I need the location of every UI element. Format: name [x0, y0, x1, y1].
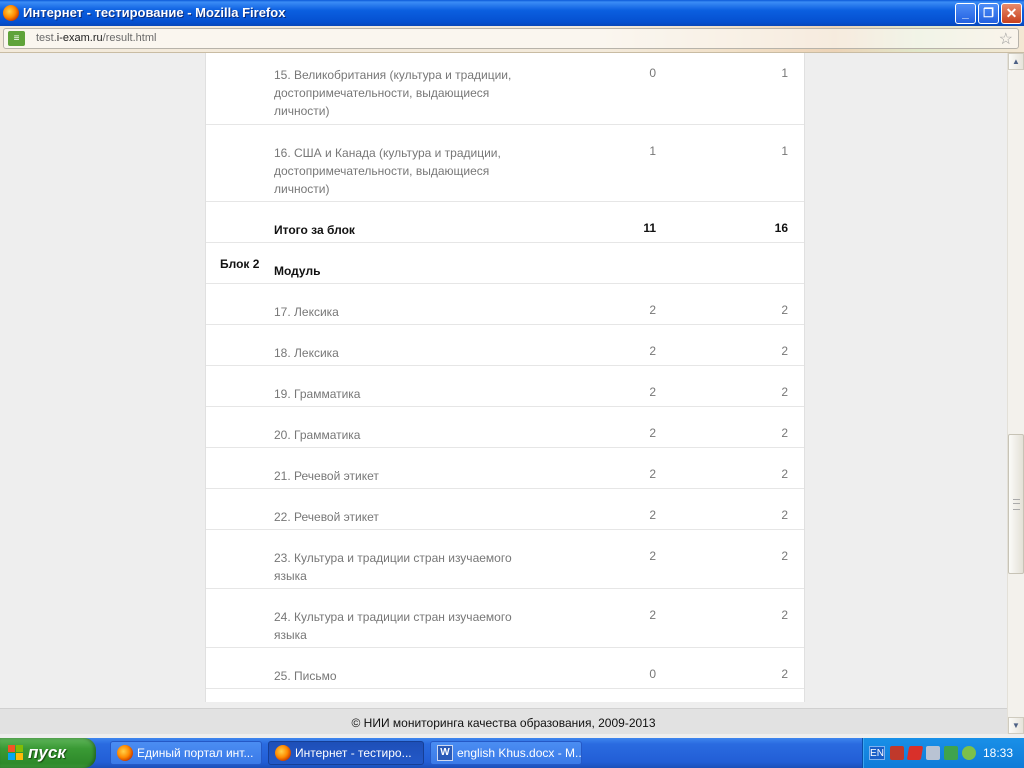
block-header-row: Блок 2 Модуль [206, 243, 804, 284]
table-row: 22. Речевой этикет 2 2 [206, 489, 804, 530]
task-button-portal[interactable]: Единый портал инт... [110, 741, 262, 765]
grip-icon [1013, 499, 1020, 510]
topic-cell: Итого за блок [274, 223, 355, 237]
table-row: 17. Лексика 2 2 [206, 284, 804, 325]
site-identity-icon[interactable]: ≡ [8, 31, 25, 46]
max-score-cell: 2 [781, 426, 788, 440]
table-row: 19. Грамматика 2 2 [206, 366, 804, 407]
network-icon[interactable] [926, 746, 940, 760]
page-footer: © НИИ мониторинга качества образования, … [0, 708, 1007, 734]
score-cell: 11 [643, 221, 656, 235]
table-row: 15. Великобритания (культура и традиции,… [206, 53, 804, 125]
max-score-cell: 2 [781, 385, 788, 399]
score-cell: 2 [649, 303, 656, 317]
scroll-up-button[interactable]: ▲ [1008, 53, 1024, 70]
clock: 18:33 [983, 746, 1014, 760]
max-score-cell: 16 [774, 221, 788, 235]
total-row: Итого за блок 11 16 [206, 202, 804, 243]
score-cell: 1 [649, 144, 656, 158]
restore-button[interactable]: ❐ [978, 3, 999, 24]
safely-remove-icon[interactable] [944, 746, 958, 760]
score-cell: 2 [649, 549, 656, 563]
block-cell: Блок 2 [220, 257, 260, 271]
taskbar: пуск Единый портал инт... Интернет - тес… [0, 738, 1024, 768]
topic-cell: 25. Письмо [274, 669, 337, 683]
scroll-thumb[interactable] [1008, 434, 1024, 574]
firefox-icon [275, 745, 291, 761]
score-cell: 2 [649, 608, 656, 622]
tray-app-icon[interactable] [890, 746, 904, 760]
task-label: Единый портал инт... [137, 746, 254, 760]
max-score-cell: 2 [781, 344, 788, 358]
bookmark-star-icon[interactable]: ☆ [999, 29, 1013, 49]
url-text[interactable]: test.i-exam.ru/result.html [36, 32, 156, 44]
tray-status-icon[interactable] [962, 746, 976, 760]
antivirus-icon[interactable] [906, 746, 924, 760]
window-title: Интернет - тестирование - Mozilla Firefo… [23, 5, 286, 20]
windows-flag-icon [8, 745, 24, 761]
close-button[interactable]: ✕ [1001, 3, 1022, 24]
topic-cell: 16. США и Канада (культура и традиции, д… [274, 146, 501, 196]
minimize-button[interactable]: _ [955, 3, 976, 24]
score-cell: 2 [649, 385, 656, 399]
window-title-bar[interactable]: Интернет - тестирование - Mozilla Firefo… [0, 0, 1024, 26]
table-row: 25. Письмо 0 2 [206, 648, 804, 689]
copyright-text: © НИИ мониторинга качества образования, … [351, 716, 656, 730]
topic-cell: Модуль [274, 264, 321, 278]
table-row: 18. Лексика 2 2 [206, 325, 804, 366]
results-table: 15. Великобритания (культура и традиции,… [205, 53, 805, 702]
table-row: 16. США и Канада (культура и традиции, д… [206, 125, 804, 202]
score-cell: 2 [649, 467, 656, 481]
topic-cell: 22. Речевой этикет [274, 510, 379, 524]
vertical-scrollbar[interactable]: ▲ ▼ [1007, 53, 1024, 734]
task-label: english Khus.docx - M... [457, 746, 582, 760]
topic-cell: 20. Грамматика [274, 428, 361, 442]
topic-cell: 21. Речевой этикет [274, 469, 379, 483]
system-tray: EN 18:33 [862, 738, 1024, 768]
topic-cell: 17. Лексика [274, 305, 339, 319]
table-row: 21. Речевой этикет 2 2 [206, 448, 804, 489]
max-score-cell: 2 [781, 508, 788, 522]
task-button-testing[interactable]: Интернет - тестиро... [268, 741, 424, 765]
task-button-word[interactable]: W english Khus.docx - M... [430, 741, 582, 765]
max-score-cell: 1 [781, 144, 788, 158]
firefox-icon [117, 745, 133, 761]
page-viewport: 15. Великобритания (культура и традиции,… [0, 53, 1007, 708]
max-score-cell: 1 [781, 66, 788, 80]
score-cell: 0 [649, 667, 656, 681]
max-score-cell: 2 [781, 549, 788, 563]
navigation-bar: ≡ test.i-exam.ru/result.html ☆ [0, 26, 1024, 53]
max-score-cell: 2 [781, 467, 788, 481]
score-cell: 2 [649, 344, 656, 358]
topic-cell: 23. Культура и традиции стран изучаемого… [274, 551, 512, 583]
score-cell: 2 [649, 426, 656, 440]
topic-cell: 18. Лексика [274, 346, 339, 360]
topic-cell: 24. Культура и традиции стран изучаемого… [274, 610, 512, 642]
table-row: 23. Культура и традиции стран изучаемого… [206, 530, 804, 589]
score-cell: 0 [649, 66, 656, 80]
scroll-down-button[interactable]: ▼ [1008, 717, 1024, 734]
address-field[interactable]: ≡ test.i-exam.ru/result.html ☆ [3, 28, 1019, 49]
score-cell: 2 [649, 508, 656, 522]
start-label: пуск [28, 743, 66, 762]
max-score-cell: 2 [781, 303, 788, 317]
table-row: 24. Культура и традиции стран изучаемого… [206, 589, 804, 648]
task-label: Интернет - тестиро... [295, 746, 412, 760]
max-score-cell: 2 [781, 667, 788, 681]
max-score-cell: 2 [781, 608, 788, 622]
table-row: 20. Грамматика 2 2 [206, 407, 804, 448]
start-button[interactable]: пуск [0, 738, 96, 768]
topic-cell: 19. Грамматика [274, 387, 361, 401]
language-indicator[interactable]: EN [869, 746, 885, 760]
topic-cell: 15. Великобритания (культура и традиции,… [274, 68, 512, 118]
firefox-icon [3, 5, 19, 21]
word-icon: W [437, 745, 453, 761]
